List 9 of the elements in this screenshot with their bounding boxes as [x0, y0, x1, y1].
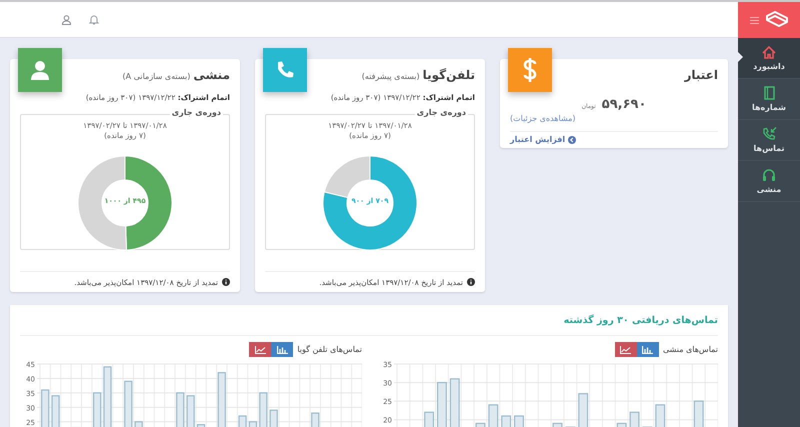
chart-label: تماس‌های تلفن گویا	[297, 345, 362, 354]
card-title: منشی (بسته‌ی سازمانی A)	[122, 67, 230, 82]
period-legend: دوره‌ی جاری	[414, 108, 468, 117]
chart-label: تماس‌های منشی	[662, 345, 718, 354]
credit-amount: ۵۹,۶۹۰	[602, 97, 646, 112]
card-title: اعتبار	[684, 67, 718, 82]
card-title: تلفن‌گویا (بسته‌ی پیشرفته)	[362, 67, 475, 82]
panel-title: تماس‌های دریافتی ۳۰ روز گذشته	[20, 305, 718, 336]
period-legend: دوره‌ی جاری	[170, 108, 223, 117]
